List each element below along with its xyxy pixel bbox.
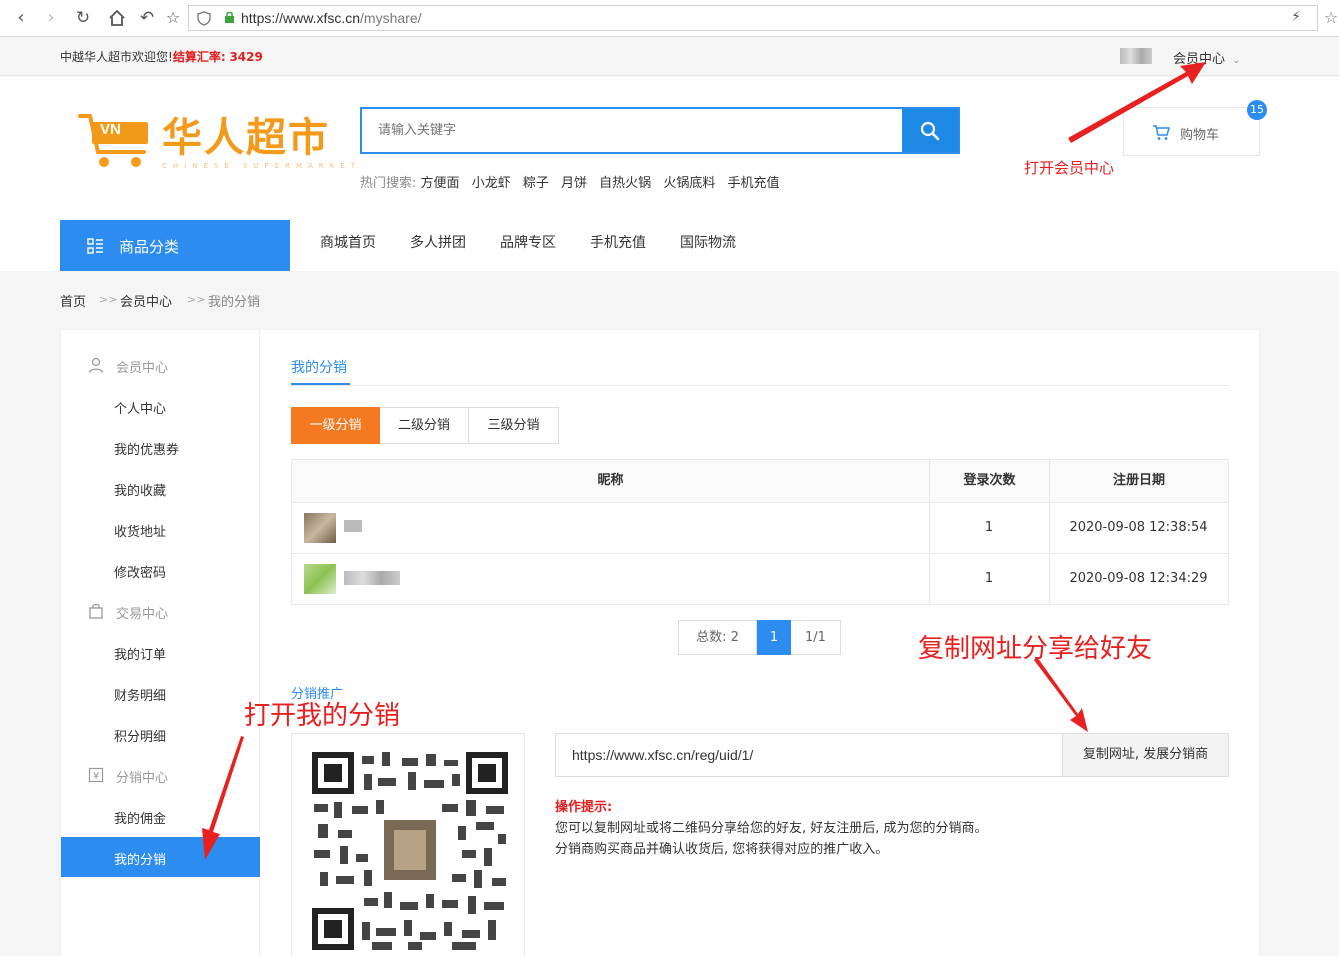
cart-button[interactable]: 购物车 [1123, 107, 1260, 156]
cart-count-badge: 15 [1247, 100, 1267, 120]
nav-item-logistics[interactable]: 国际物流 [680, 232, 736, 252]
annotation-copy-share: 复制网址分享给好友 [918, 634, 1153, 664]
nav-item-mobile-topup[interactable]: 手机充值 [590, 232, 646, 252]
distribution-table: 昵称 登录次数 注册日期 1 2020-09-08 12:38:54 1 202… [291, 459, 1229, 605]
sidebar-item-favorites[interactable]: 我的收藏 [114, 480, 166, 499]
col-header-nickname: 昵称 [292, 460, 929, 502]
url-text: https://www.xfsc.cn/myshare/ [241, 10, 422, 26]
avatar [304, 564, 336, 594]
hot-keyword[interactable]: 自热火锅 [599, 176, 651, 191]
hot-keyword[interactable]: 月饼 [561, 176, 587, 191]
yen-icon: ¥ [88, 767, 104, 783]
chevron-down-icon: ⌄ [1232, 55, 1241, 66]
row-logins: 1 [984, 571, 994, 586]
nickname-blurred [344, 571, 400, 585]
member-center-link[interactable]: 会员中心 ⌄ [1173, 48, 1241, 67]
sidebar-item-password[interactable]: 修改密码 [114, 562, 166, 581]
sidebar-group-trade: 交易中心 [116, 607, 169, 622]
tip-line: 您可以复制网址或将二维码分享给您的好友, 好友注册后, 成为您的分销商。 [555, 821, 988, 836]
annotation-open-share: 打开我的分销 [244, 701, 401, 731]
nav-item-brands[interactable]: 品牌专区 [500, 232, 556, 252]
copy-url-button[interactable]: 复制网址, 发展分销商 [1062, 734, 1228, 776]
share-url[interactable]: https://www.xfsc.cn/reg/uid/1/ [572, 747, 753, 763]
pager-total: 总数: 2 [678, 620, 757, 655]
hot-keyword[interactable]: 粽子 [523, 176, 549, 191]
favorites-icon[interactable]: ☆ [1320, 7, 1339, 29]
welcome-text: 中越华人超市欢迎您!结算汇率: 3429 [60, 50, 263, 64]
hot-keyword[interactable]: 小龙虾 [472, 176, 511, 191]
row-date: 2020-09-08 12:38:54 [1069, 520, 1208, 535]
tab-level-2[interactable]: 二级分销 [380, 407, 469, 444]
back-icon[interactable]: ‹ [10, 7, 32, 29]
breadcrumb-home[interactable]: 首页 [60, 291, 86, 310]
tab-level-1[interactable]: 一级分销 [291, 407, 380, 444]
forward-icon[interactable]: › [40, 7, 62, 29]
hot-keyword[interactable]: 手机充值 [727, 176, 779, 191]
cart-label: 购物车 [1180, 128, 1220, 143]
pager-pages: 1/1 [791, 620, 841, 655]
logo-subtext: CHINESE SUPERMARKET [162, 162, 362, 170]
svg-text:¥: ¥ [93, 771, 99, 782]
title-divider [291, 385, 1229, 386]
breadcrumb-separator: >> [187, 293, 206, 306]
nav-item-home[interactable]: 商城首页 [320, 232, 376, 252]
sidebar-item-profile[interactable]: 个人中心 [114, 398, 166, 417]
search-icon [920, 121, 940, 140]
hot-search: 热门搜索: 方便面 小龙虾 粽子 月饼 自热火锅 火锅底料 手机充值 [360, 176, 780, 191]
search-button[interactable] [902, 109, 958, 152]
reload-icon[interactable]: ↻ [72, 7, 94, 29]
sidebar-item-finance[interactable]: 财务明细 [114, 685, 166, 704]
nav-item-group-buy[interactable]: 多人拼团 [410, 232, 466, 252]
row-date: 2020-09-08 12:34:29 [1069, 571, 1208, 586]
flash-icon[interactable]: ⚡ [1291, 9, 1301, 25]
logo-text: 华人超市 [162, 115, 330, 161]
sidebar-group-member: 会员中心 [116, 361, 169, 376]
bookmark-star-icon[interactable]: ☆ [162, 7, 184, 29]
sidebar-item-orders[interactable]: 我的订单 [114, 644, 166, 663]
pager-current-page[interactable]: 1 [757, 620, 791, 655]
col-header-logins: 登录次数 [929, 460, 1049, 502]
col-header-date: 注册日期 [1049, 460, 1228, 502]
sidebar-group-distribution: 分销中心 [116, 771, 169, 786]
shopping-bag-icon [89, 603, 103, 619]
logo-badge: VN [100, 121, 121, 138]
annotation-open-member: 打开会员中心 [1024, 159, 1115, 177]
hot-keyword[interactable]: 火锅底料 [663, 176, 715, 191]
sidebar-item-points[interactable]: 积分明细 [114, 726, 166, 745]
tip-title: 操作提示: [555, 800, 613, 815]
qr-code [312, 752, 508, 950]
sidebar-item-commission[interactable]: 我的佣金 [114, 808, 166, 827]
user-icon [88, 357, 104, 373]
breadcrumb-separator: >> [99, 293, 118, 306]
address-bar[interactable]: https://www.xfsc.cn/myshare/ ⚡ [188, 5, 1318, 31]
breadcrumb-member-center[interactable]: 会员中心 [120, 291, 172, 310]
search-input[interactable] [362, 109, 902, 152]
sidebar-item-my-share[interactable]: 我的分销 [114, 849, 166, 868]
content-title: 我的分销 [291, 360, 347, 376]
undo-icon[interactable]: ↶ [136, 7, 158, 29]
hot-keyword[interactable]: 方便面 [421, 176, 460, 191]
tab-level-3[interactable]: 三级分销 [469, 407, 559, 444]
avatar [304, 513, 336, 543]
share-link-box: https://www.xfsc.cn/reg/uid/1/ 复制网址, 发展分… [555, 733, 1229, 777]
row-logins: 1 [984, 520, 994, 535]
shopping-cart-icon [1153, 125, 1170, 140]
category-menu-icon [87, 238, 103, 254]
nickname-blurred [344, 520, 362, 532]
lock-icon [225, 11, 234, 23]
tip-line: 分销商购买商品并确认收货后, 您将获得对应的推广收入。 [555, 842, 889, 857]
category-button[interactable]: 商品分类 [60, 220, 290, 271]
breadcrumb-current: 我的分销 [208, 295, 261, 310]
browser-toolbar: ‹ › ↻ ↶ ☆ https://www.xfsc.cn/myshare/ ⚡… [0, 0, 1339, 37]
home-icon[interactable] [106, 7, 128, 33]
sidebar-item-address[interactable]: 收货地址 [114, 521, 166, 540]
sidebar-item-coupons[interactable]: 我的优惠券 [114, 439, 179, 458]
search-box [360, 107, 960, 154]
exchange-rate: 3429 [229, 50, 263, 64]
user-avatar[interactable] [1120, 48, 1152, 64]
qr-code-box [291, 733, 525, 956]
top-strip: 中越华人超市欢迎您!结算汇率: 3429 会员中心 ⌄ [0, 37, 1339, 76]
title-underline [291, 383, 350, 385]
shield-icon [197, 11, 211, 26]
